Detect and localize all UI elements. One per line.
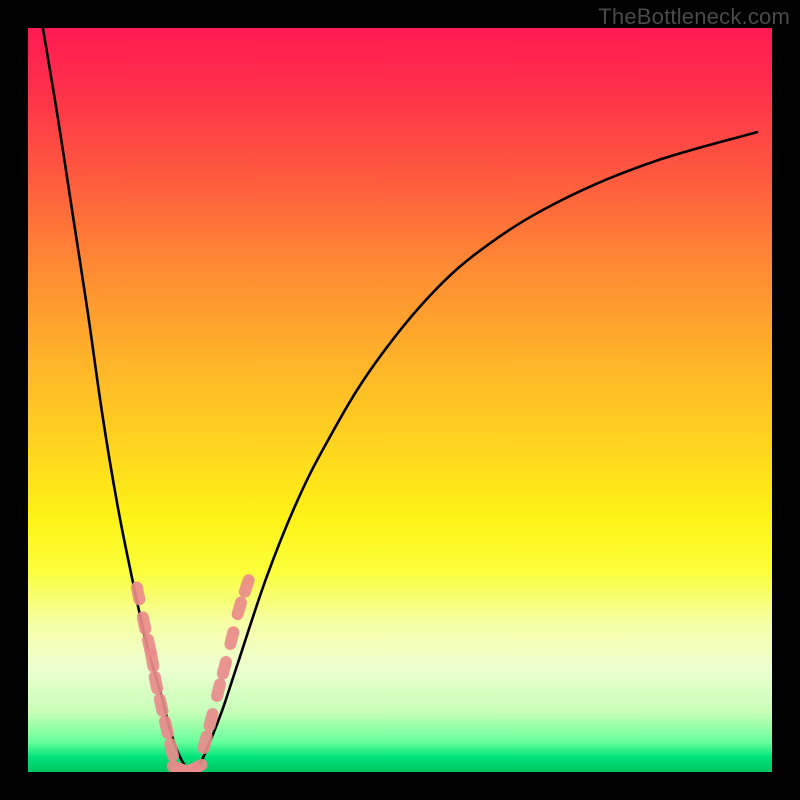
curve-layer — [28, 28, 772, 772]
curve-marker — [230, 595, 248, 621]
curve-marker — [148, 670, 164, 696]
curve-marker — [144, 648, 160, 674]
plot-area — [28, 28, 772, 772]
curve-marker — [153, 692, 170, 718]
curve-marker — [158, 714, 175, 740]
curve-marker — [216, 655, 234, 681]
curve-marker — [183, 757, 210, 772]
curve-marker — [210, 677, 228, 703]
curve-marker — [163, 737, 180, 763]
chart-frame: TheBottleneck.com — [0, 0, 800, 800]
curve-marker — [136, 610, 153, 636]
marker-layer — [130, 573, 256, 772]
curve-marker — [237, 573, 256, 600]
curve-marker — [196, 729, 214, 755]
curve-marker — [223, 625, 240, 651]
watermark-text: TheBottleneck.com — [598, 4, 790, 30]
curve-marker — [130, 580, 146, 606]
curve-marker — [202, 707, 220, 733]
